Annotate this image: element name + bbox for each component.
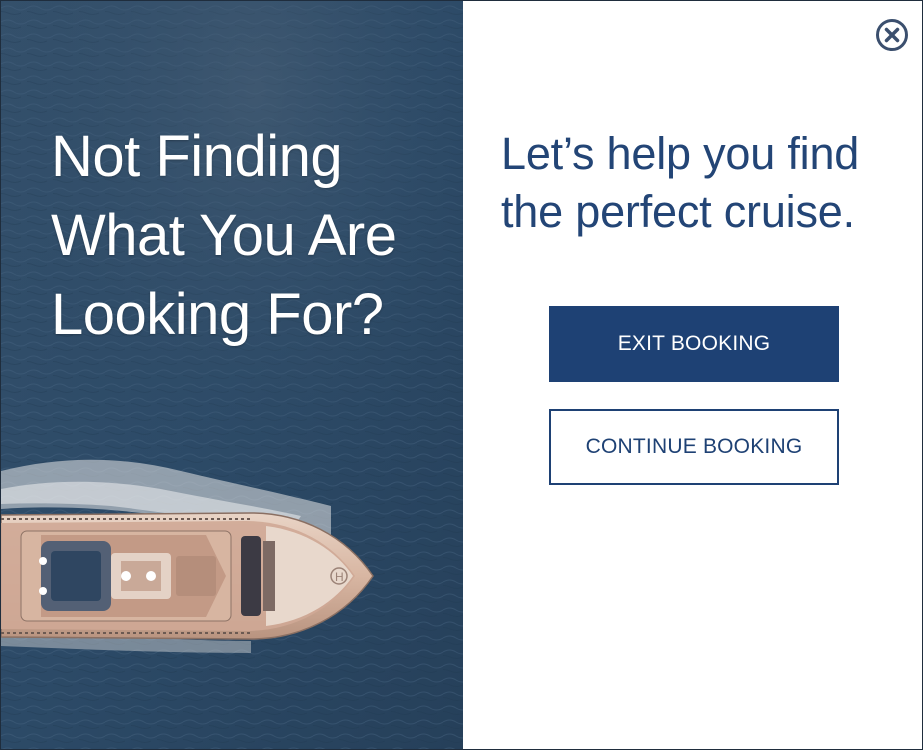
hero-headline-line-1: Not Finding: [51, 124, 343, 189]
hero-image-panel: H Not Finding What You Are Looking For?: [1, 1, 463, 749]
cruise-ship-image: H: [1, 1, 463, 749]
exit-intent-modal: H Not Finding What You Are Looking For?: [0, 0, 923, 750]
continue-booking-button[interactable]: CONTINUE BOOKING: [549, 409, 839, 485]
svg-text:H: H: [335, 570, 344, 584]
help-heading-line-1: Let’s help you find: [501, 128, 860, 179]
hero-headline-line-3: Looking For?: [51, 282, 384, 347]
close-button[interactable]: [875, 18, 909, 52]
close-icon: [876, 19, 908, 51]
hero-headline-line-2: What You Are: [51, 203, 397, 268]
help-heading-line-2: the perfect cruise.: [501, 186, 855, 237]
help-heading: Let’s help you find the perfect cruise.: [501, 125, 911, 241]
hero-headline: Not Finding What You Are Looking For?: [51, 117, 451, 354]
exit-booking-button[interactable]: EXIT BOOKING: [549, 306, 839, 382]
action-panel: Let’s help you find the perfect cruise. …: [463, 1, 922, 749]
